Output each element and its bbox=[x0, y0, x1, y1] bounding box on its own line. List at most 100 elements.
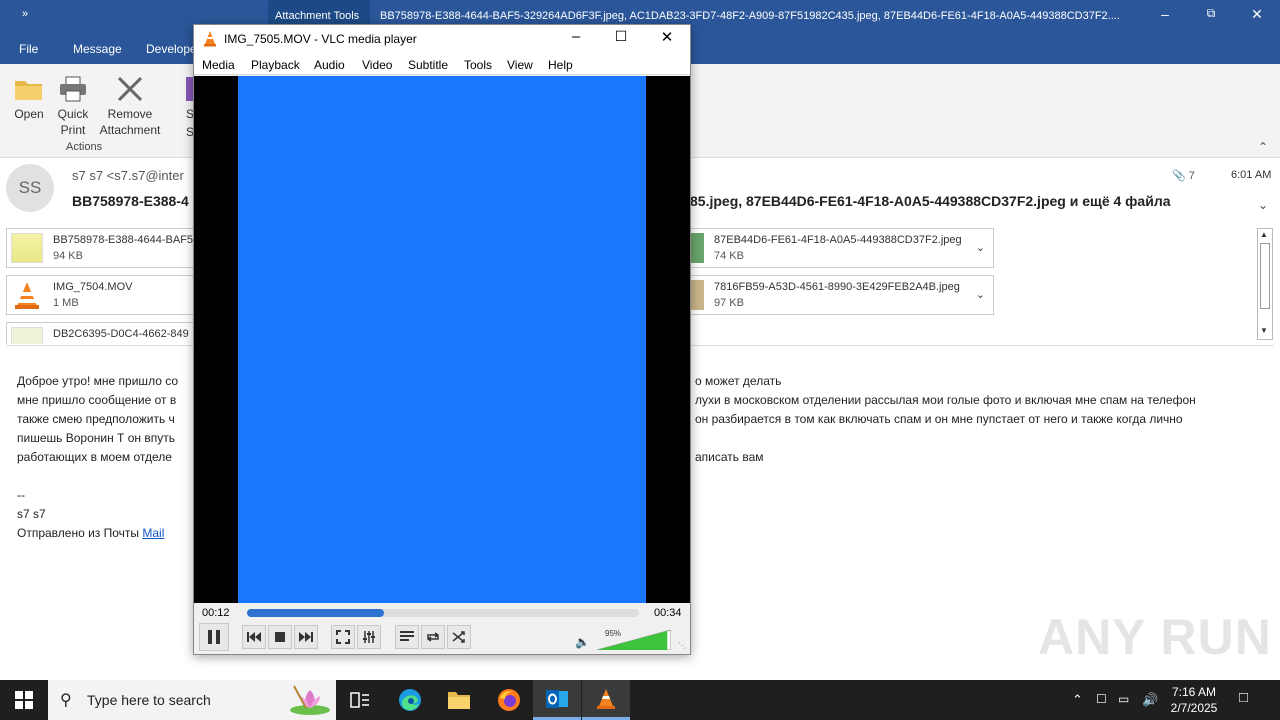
collapse-ribbon-icon[interactable]: ⌃ bbox=[1258, 140, 1268, 154]
attachment-item[interactable]: IMG_7504.MOV 1 MB bbox=[6, 275, 196, 315]
restore-icon[interactable]: ⧉ bbox=[1201, 6, 1221, 21]
attachment-count: 📎 7 bbox=[1172, 169, 1195, 182]
loop-button[interactable] bbox=[421, 625, 445, 649]
chevron-down-icon[interactable]: ⌄ bbox=[976, 288, 985, 301]
attachment-item[interactable]: 7816FB59-A53D-4561-8990-3E429FEB2A4B.jpe… bbox=[668, 275, 994, 315]
lotus-decoration-icon bbox=[288, 684, 332, 719]
task-view-button[interactable] bbox=[336, 680, 384, 720]
search-icon: ⚲ bbox=[60, 692, 72, 709]
attachment-item[interactable]: 87EB44D6-FE61-4F18-A0A5-449388CD37F2.jpe… bbox=[668, 228, 994, 268]
network-icon[interactable]: ▭ bbox=[1118, 692, 1129, 706]
start-button[interactable] bbox=[0, 680, 48, 720]
outlook-taskbar-button[interactable] bbox=[533, 680, 581, 720]
playlist-icon bbox=[400, 631, 414, 641]
mail-link[interactable]: Mail bbox=[142, 526, 164, 540]
taskbar-clock[interactable]: 7:16 AM 2/7/2025 bbox=[1160, 684, 1228, 716]
attachment-name: DB2C6395-D0C4-4662-849 bbox=[53, 328, 189, 340]
signature-sent-line: Отправлено из Почты Mail bbox=[17, 524, 164, 543]
pause-icon bbox=[208, 630, 220, 644]
shuffle-icon bbox=[452, 631, 465, 643]
next-button[interactable] bbox=[294, 625, 318, 649]
attachment-count-value: 7 bbox=[1188, 170, 1195, 182]
vlc-taskbar-button[interactable] bbox=[582, 680, 630, 720]
seek-bar-area: 00:12 00:34 bbox=[194, 603, 690, 623]
edge-button[interactable] bbox=[386, 680, 434, 720]
edge-icon bbox=[399, 689, 421, 711]
scroll-thumb[interactable] bbox=[1260, 243, 1270, 309]
open-label: Open bbox=[14, 107, 44, 121]
menu-view[interactable]: View bbox=[507, 58, 533, 72]
vlc-close-icon[interactable]: ✕ bbox=[655, 28, 679, 46]
ribbon-group-actions: Actions bbox=[66, 141, 103, 153]
menu-tools[interactable]: Tools bbox=[464, 58, 492, 72]
open-button[interactable]: Open bbox=[8, 72, 50, 122]
received-time: 6:01 AM bbox=[1231, 169, 1272, 181]
window-title: BB758978-E388-4644-BAF5-329264AD6F3F.jpe… bbox=[380, 10, 1120, 22]
resize-grip-icon[interactable]: ⋱ bbox=[678, 641, 686, 650]
speaker-icon[interactable]: 🔈 bbox=[575, 635, 590, 649]
taskbar-search-box[interactable]: ⚲ Type here to search bbox=[48, 680, 336, 720]
menu-playback[interactable]: Playback bbox=[251, 58, 300, 72]
paperclip-icon: 📎 bbox=[1172, 170, 1186, 182]
seek-slider[interactable] bbox=[247, 609, 639, 617]
tray-overflow-icon[interactable]: ⌃ bbox=[1072, 692, 1083, 708]
extended-settings-button[interactable] bbox=[357, 625, 381, 649]
body-line: лухи в московском отделении рассылая мои… bbox=[695, 393, 1196, 407]
scroll-up-icon[interactable]: ▲ bbox=[1260, 230, 1268, 239]
previous-button[interactable] bbox=[242, 625, 266, 649]
scroll-down-icon[interactable]: ▼ bbox=[1260, 326, 1268, 335]
remove-attachment-label-1: Remove bbox=[107, 107, 153, 121]
tab-message[interactable]: Message bbox=[73, 42, 122, 56]
video-area[interactable] bbox=[194, 76, 690, 603]
attachment-name: 87EB44D6-FE61-4F18-A0A5-449388CD37F2.jpe… bbox=[714, 234, 962, 246]
sender[interactable]: s7 s7 <s7.s7@inter bbox=[72, 168, 184, 183]
attachment-size: 74 KB bbox=[714, 250, 744, 262]
stop-icon bbox=[275, 632, 285, 642]
vlc-title-bar: IMG_7505.MOV - VLC media player – ☐ ✕ bbox=[194, 25, 690, 53]
firefox-button[interactable] bbox=[485, 680, 533, 720]
attachment-item[interactable]: DB2C6395-D0C4-4662-849 bbox=[6, 322, 196, 344]
attachment-name: BB758978-E388-4644-BAF5 bbox=[53, 234, 194, 246]
stop-button[interactable] bbox=[268, 625, 292, 649]
remove-x-icon bbox=[96, 72, 164, 106]
close-icon[interactable]: ✕ bbox=[1247, 6, 1267, 23]
quick-print-label-2: Print bbox=[60, 123, 86, 137]
file-explorer-button[interactable] bbox=[435, 680, 483, 720]
attachments-scrollbar[interactable]: ▲ ▼ bbox=[1257, 228, 1273, 340]
quick-access-expand-icon[interactable]: » bbox=[22, 8, 28, 20]
vlc-minimize-icon[interactable]: – bbox=[564, 28, 588, 45]
minimize-icon[interactable]: – bbox=[1155, 6, 1175, 22]
menu-subtitle[interactable]: Subtitle bbox=[408, 58, 448, 72]
menu-help[interactable]: Help bbox=[548, 58, 573, 72]
pause-button[interactable] bbox=[199, 623, 229, 651]
fullscreen-button[interactable] bbox=[331, 625, 355, 649]
avatar: SS bbox=[6, 164, 54, 212]
shuffle-button[interactable] bbox=[447, 625, 471, 649]
body-line: пишешь Воронин Т он впуть bbox=[17, 431, 175, 445]
signature-name: s7 s7 bbox=[17, 507, 46, 521]
remove-attachment-button[interactable]: Remove Attachment bbox=[96, 72, 164, 138]
attachment-name: 7816FB59-A53D-4561-8990-3E429FEB2A4B.jpe… bbox=[714, 281, 960, 293]
tab-developer[interactable]: Develope bbox=[146, 42, 197, 56]
playlist-button[interactable] bbox=[395, 625, 419, 649]
menu-audio[interactable]: Audio bbox=[314, 58, 345, 72]
signature-separator: -- bbox=[17, 488, 25, 502]
vlc-cone-icon bbox=[202, 30, 218, 50]
volume-slider[interactable] bbox=[597, 630, 671, 650]
vlc-cone-icon bbox=[11, 280, 43, 310]
quick-print-button[interactable]: Quick Print bbox=[52, 72, 94, 138]
taskbar: ⚲ Type here to search ⌃ ☐ ▭ 🔊 7:16 AM 2/… bbox=[0, 680, 1280, 720]
chevron-down-icon[interactable]: ⌄ bbox=[976, 241, 985, 254]
attachment-item[interactable]: BB758978-E388-4644-BAF5 94 KB bbox=[6, 228, 196, 268]
tab-file[interactable]: File bbox=[19, 42, 38, 56]
vlc-cone-icon bbox=[597, 688, 615, 709]
menu-video[interactable]: Video bbox=[362, 58, 392, 72]
menu-media[interactable]: Media bbox=[202, 58, 235, 72]
meet-now-icon[interactable]: ☐ bbox=[1096, 692, 1107, 706]
vlc-maximize-icon[interactable]: ☐ bbox=[609, 28, 633, 45]
chevron-down-icon[interactable]: ⌄ bbox=[1258, 198, 1268, 212]
notification-icon[interactable]: □ bbox=[1239, 689, 1248, 706]
watermark: ANY RUN bbox=[1038, 609, 1272, 665]
volume-icon[interactable]: 🔊 bbox=[1142, 692, 1158, 708]
body-line: аписать вам bbox=[695, 450, 764, 464]
